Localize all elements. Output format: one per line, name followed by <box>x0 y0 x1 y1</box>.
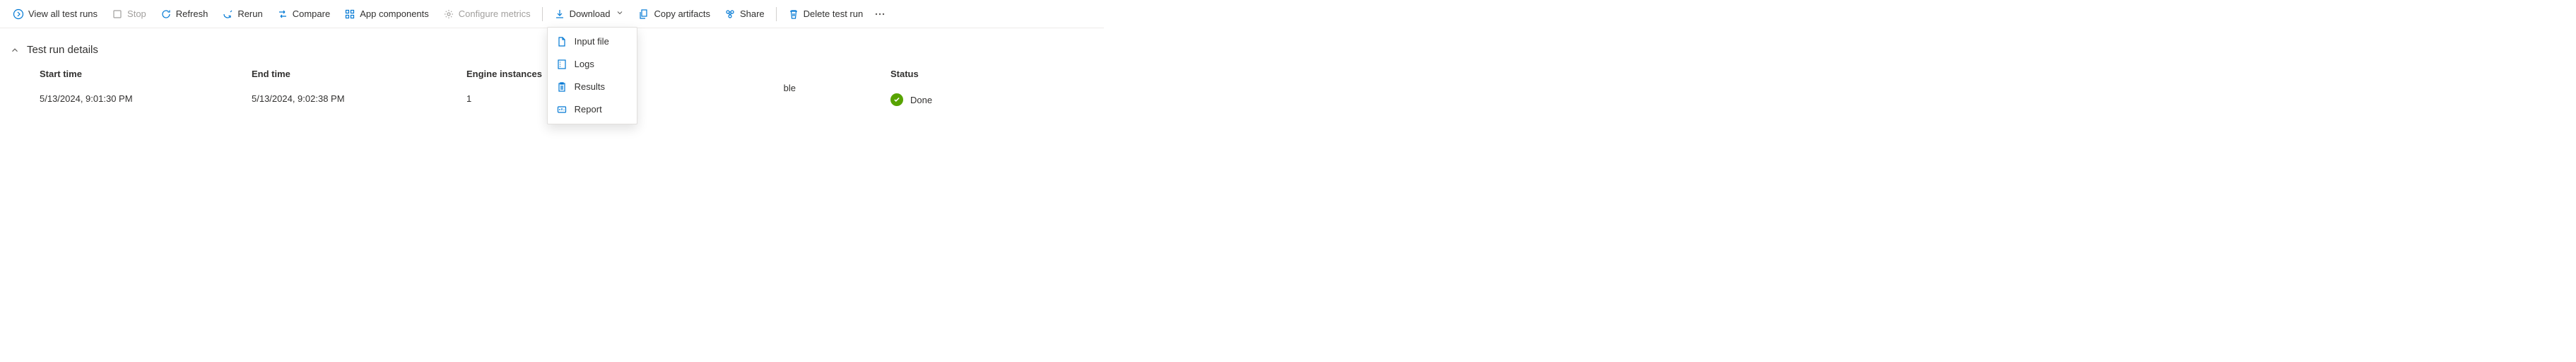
results-icon <box>556 81 567 93</box>
app-components-button[interactable]: App components <box>337 3 436 25</box>
menu-item-results[interactable]: Results <box>548 76 637 98</box>
stop-button: Stop <box>105 3 153 25</box>
copy-icon <box>638 8 649 20</box>
delete-test-run-button[interactable]: Delete test run <box>781 3 871 25</box>
status-done-icon <box>890 93 903 106</box>
view-all-label: View all test runs <box>28 8 98 19</box>
section-title: Test run details <box>27 44 98 56</box>
compare-label: Compare <box>293 8 330 19</box>
rerun-icon <box>222 8 233 20</box>
more-button[interactable] <box>870 3 890 25</box>
stop-icon <box>112 8 123 20</box>
toolbar-separator <box>542 7 543 21</box>
detail-label: Start time <box>40 69 252 79</box>
detail-status: Status Done <box>890 69 1032 106</box>
share-icon <box>724 8 736 20</box>
configure-metrics-button: Configure metrics <box>436 3 538 25</box>
view-all-test-runs-button[interactable]: View all test runs <box>6 3 105 25</box>
grid-icon <box>344 8 355 20</box>
download-icon <box>554 8 565 20</box>
report-icon <box>556 104 567 115</box>
delete-label: Delete test run <box>804 8 864 19</box>
refresh-button[interactable]: Refresh <box>153 3 216 25</box>
detail-label: End time <box>252 69 466 79</box>
menu-label: Report <box>575 104 602 115</box>
rerun-label: Rerun <box>237 8 262 19</box>
detail-value: 5/13/2024, 9:01:30 PM <box>40 93 252 104</box>
detail-end-time: End time 5/13/2024, 9:02:38 PM <box>252 69 466 106</box>
menu-label: Logs <box>575 59 594 69</box>
chevron-up-icon <box>10 45 20 55</box>
chevron-down-icon <box>616 8 624 19</box>
trash-icon <box>788 8 799 20</box>
menu-label: Results <box>575 81 605 92</box>
configure-metrics-label: Configure metrics <box>459 8 531 19</box>
arrow-circle-icon <box>13 8 24 20</box>
stop-label: Stop <box>127 8 146 19</box>
detail-value: 5/13/2024, 9:02:38 PM <box>252 93 466 104</box>
more-icon <box>874 8 886 20</box>
toolbar: View all test runs Stop Refresh Rerun <box>0 0 1104 28</box>
app-components-label: App components <box>360 8 429 19</box>
gear-icon <box>443 8 454 20</box>
refresh-label: Refresh <box>176 8 208 19</box>
status-cell: Done <box>890 93 1032 106</box>
download-button[interactable]: Download <box>547 3 632 25</box>
download-label: Download <box>570 8 611 19</box>
file-icon <box>556 36 567 47</box>
copy-artifacts-button[interactable]: Copy artifacts <box>631 3 717 25</box>
menu-item-input-file[interactable]: Input file <box>548 30 637 53</box>
menu-item-logs[interactable]: Logs <box>548 53 637 76</box>
refresh-icon <box>160 8 172 20</box>
detail-start-time: Start time 5/13/2024, 9:01:30 PM <box>40 69 252 106</box>
status-text: Done <box>910 95 932 105</box>
menu-item-report[interactable]: Report <box>548 98 637 121</box>
download-menu: Input file Logs <box>547 27 637 124</box>
compare-icon <box>277 8 288 20</box>
menu-label: Input file <box>575 36 609 47</box>
detail-obscured-column: ble <box>678 69 890 106</box>
share-button[interactable]: Share <box>717 3 772 25</box>
logs-icon <box>556 59 567 70</box>
detail-value: ble <box>678 83 890 93</box>
detail-label: Status <box>890 69 1032 79</box>
toolbar-separator <box>776 7 777 21</box>
copy-artifacts-label: Copy artifacts <box>654 8 710 19</box>
compare-button[interactable]: Compare <box>270 3 337 25</box>
share-label: Share <box>740 8 765 19</box>
rerun-button[interactable]: Rerun <box>215 3 269 25</box>
